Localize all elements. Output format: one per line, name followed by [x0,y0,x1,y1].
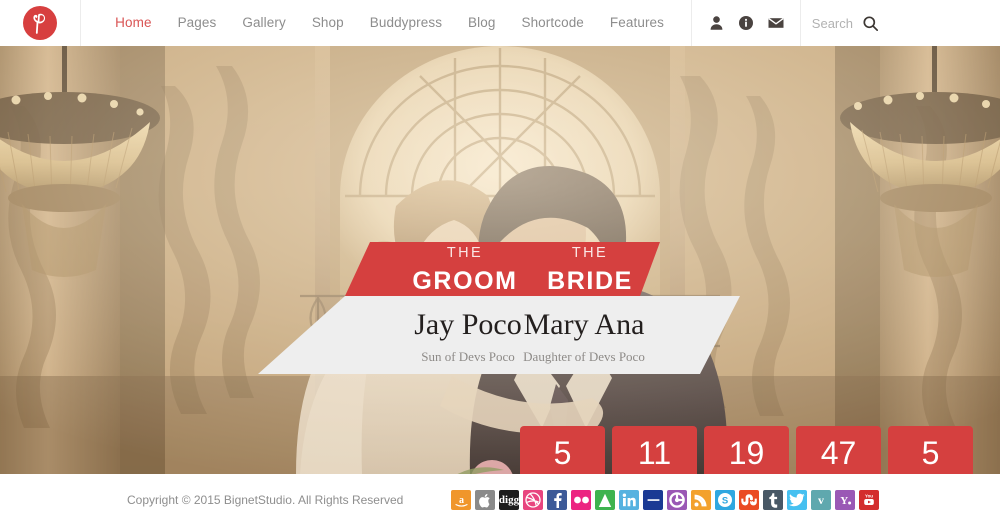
site-footer: Copyright © 2015 BignetStudio. All Right… [0,474,1000,526]
svg-text:Y: Y [840,495,848,507]
picasa-icon[interactable] [667,490,687,510]
linkedin-icon[interactable] [619,490,639,510]
youtube-icon[interactable]: You [859,490,879,510]
couple-ribbon-text: THE GROOM THE BRIDE Jay Poco Sun of Devs… [0,46,1000,474]
countdown-hours-value: 19 [728,435,765,471]
poco-logo[interactable] [23,6,58,40]
bride-name: Mary Ana [523,308,645,341]
bride-pre-label: THE [571,245,609,261]
countdown-seconds-value: 5 [921,435,940,471]
apple-icon[interactable] [475,490,495,510]
nav-item-pages[interactable]: Pages [165,0,230,46]
tumblr-icon[interactable] [763,490,783,510]
svg-text:You: You [865,494,873,499]
site-header: Home Pages Gallery Shop Buddypress Blog … [0,0,1000,46]
digg-wordmark: digg [499,493,519,506]
header-icon-group [691,0,801,46]
vimeo-icon[interactable]: v [811,490,831,510]
svg-text:v: v [818,493,824,507]
logo-container[interactable] [0,0,82,46]
amazon-icon[interactable]: a [451,490,471,510]
countdown-months-value: 5 [553,435,572,471]
logo-p-glyph [33,13,46,34]
yahoo-icon[interactable]: Y [835,490,855,510]
countdown-box-hours: 19 HOURS [704,426,789,474]
flickr-icon[interactable] [571,490,591,510]
countdown-box-days: 11 DAYS [612,426,697,474]
dribbble-icon[interactable] [523,490,543,510]
info-icon[interactable] [738,15,754,31]
countdown-box-months: 5 MONTHS [520,426,605,474]
copyright-text: Copyright © 2015 BignetStudio. All Right… [127,493,404,507]
countdown-box-seconds: 5 SECONDS [888,426,973,474]
nav-item-shortcode[interactable]: Shortcode [508,0,596,46]
user-icon[interactable] [708,15,724,31]
nav-item-features[interactable]: Features [597,0,677,46]
nav-item-home[interactable]: Home [102,0,164,46]
digg-icon[interactable]: digg [499,490,519,510]
lastfm-icon[interactable] [643,490,663,510]
countdown-minutes-value: 47 [820,435,857,471]
svg-text:S: S [722,496,728,507]
nav-item-blog[interactable]: Blog [455,0,508,46]
skype-icon[interactable]: S [715,490,735,510]
bride-role-label: BRIDE [547,266,633,295]
primary-navigation: Home Pages Gallery Shop Buddypress Blog … [81,0,677,46]
nav-item-buddypress[interactable]: Buddypress [357,0,455,46]
bride-info-block: Mary Ana Daughter of Devs Poco [476,308,692,364]
forrst-icon[interactable] [595,490,615,510]
nav-item-gallery[interactable]: Gallery [229,0,298,46]
wedding-landing-page: Home Pages Gallery Shop Buddypress Blog … [0,0,1000,526]
wedding-countdown: 5 MONTHS 11 DAYS 19 HOURS 47 MINUTES 5 S… [520,426,973,474]
social-icon-bar: a digg S v Y You [451,490,879,510]
rss-icon[interactable] [691,490,711,510]
countdown-days-value: 11 [637,435,672,471]
facebook-icon[interactable] [547,490,567,510]
search-area [801,15,878,31]
hero-section: THE GROOM THE BRIDE Jay Poco Sun of Devs… [0,46,1000,474]
search-icon[interactable] [863,15,878,31]
bride-role-block: THE BRIDE [510,246,670,294]
stumbleupon-icon[interactable] [739,490,759,510]
nav-item-shop[interactable]: Shop [299,0,357,46]
countdown-box-minutes: 47 MINUTES [796,426,881,474]
twitter-icon[interactable] [787,490,807,510]
search-input[interactable] [801,15,853,31]
svg-text:a: a [459,495,464,506]
envelope-icon[interactable] [768,15,784,31]
bride-relation: Daughter of Devs Poco [523,349,645,364]
